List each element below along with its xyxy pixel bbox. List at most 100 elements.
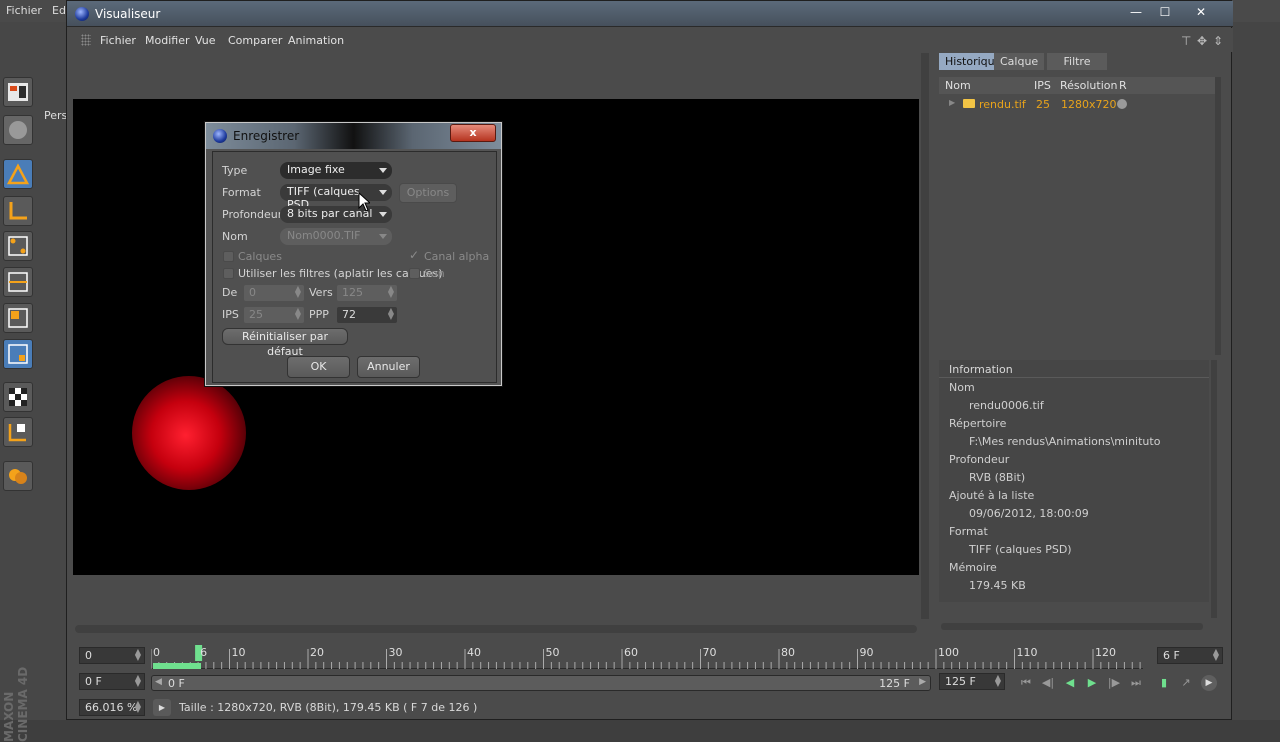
info-value-memoire: 179.45 KB xyxy=(969,579,1026,592)
info-scrollbar[interactable] xyxy=(1211,360,1217,618)
menu-modifier[interactable]: Modifier xyxy=(145,34,189,47)
expand-arrow-icon[interactable]: ▶ xyxy=(949,98,955,107)
rendered-frames-bar xyxy=(153,663,201,669)
col-r[interactable]: R xyxy=(1119,79,1127,92)
points-tool-icon[interactable] xyxy=(3,231,33,261)
format-dropdown[interactable]: TIFF (calques PSD xyxy=(280,184,392,211)
play-backward-icon[interactable]: ◀ xyxy=(1061,675,1079,691)
goto-end-icon[interactable]: ⏭ xyxy=(1127,675,1145,691)
move-panel-icon[interactable]: ✥ xyxy=(1197,34,1207,48)
ok-button[interactable]: OK xyxy=(287,356,350,378)
options-button[interactable]: Options xyxy=(399,183,457,203)
goto-start-icon[interactable]: ⏮ xyxy=(1017,675,1035,691)
viewport-hscroll[interactable] xyxy=(75,625,917,633)
model-tool-icon[interactable] xyxy=(3,115,33,145)
expand-icon[interactable]: ⇕ xyxy=(1213,34,1223,48)
loop-mode-icon[interactable]: ▮ xyxy=(1155,675,1173,691)
viewer-menubar: Fichier Modifier Vue Comparer Animation … xyxy=(67,28,1233,52)
alpha-label: Canal alpha xyxy=(424,250,490,263)
next-key-icon[interactable]: |▶ xyxy=(1105,675,1123,691)
col-resolution[interactable]: Résolution xyxy=(1060,79,1117,92)
options-arrow-icon[interactable]: ▶ xyxy=(1201,675,1217,691)
col-nom[interactable]: Nom xyxy=(945,79,971,92)
ruler-label: 80 xyxy=(781,646,795,659)
slider-left-value: 0 F xyxy=(168,677,185,690)
viewport-label: Pers xyxy=(44,109,68,122)
status-bar: 66.016 % ▲ ▼ ▶ Taille : 1280x720, RVB (8Bi… xyxy=(73,698,1227,718)
slider-right-arrow-icon[interactable]: ▶ xyxy=(919,677,926,687)
layout-tool-icon[interactable] xyxy=(3,77,33,107)
audio-icon[interactable]: ↗ xyxy=(1177,675,1195,691)
preview-max-field[interactable]: 125 F ▲ ▼ xyxy=(939,673,1005,690)
dialog-titlebar[interactable]: Enregistrer x xyxy=(206,123,501,149)
folder-icon xyxy=(963,99,975,108)
pin-icon[interactable]: ⊤ xyxy=(1181,34,1191,48)
row-ips: 25 xyxy=(1036,98,1050,111)
move-tool-icon[interactable] xyxy=(3,159,33,189)
menu-fichier[interactable]: Fichier xyxy=(100,34,136,47)
menu-comparer[interactable]: Comparer xyxy=(228,34,282,47)
tab-calque[interactable]: Calque xyxy=(994,53,1045,70)
minimize-button[interactable]: — xyxy=(1123,3,1149,21)
uv-tool-icon[interactable] xyxy=(3,339,33,369)
chevron-down-icon xyxy=(379,234,387,239)
info-hscrollbar[interactable] xyxy=(941,623,1203,630)
preview-range-slider[interactable]: ◀ 0 F 125 F ▶ xyxy=(151,675,931,691)
depth-label: Profondeur xyxy=(222,208,283,221)
history-scrollbar[interactable] xyxy=(1215,77,1221,355)
app-menu-edit[interactable]: Ed xyxy=(52,4,66,17)
maximize-icon[interactable]: ☐ xyxy=(1152,3,1178,21)
ppp-field[interactable]: 72 ▲ ▼ xyxy=(337,307,397,323)
menu-animation[interactable]: Animation xyxy=(288,34,344,47)
preview-min-field[interactable]: 0 F ▲ ▼ xyxy=(79,673,145,690)
viewport-vscroll[interactable] xyxy=(921,53,929,619)
chevron-down-icon xyxy=(379,190,387,195)
col-ips[interactable]: IPS xyxy=(1034,79,1051,92)
axis-tool-icon[interactable] xyxy=(3,196,33,226)
sound-checkbox[interactable] xyxy=(409,268,420,279)
close-window-button[interactable]: ✕ xyxy=(1188,3,1214,21)
name-label: Nom xyxy=(222,230,248,243)
from-field[interactable]: 0 ▲ ▼ xyxy=(244,285,304,301)
polygons-tool-icon[interactable] xyxy=(3,303,33,333)
texture-axis-icon[interactable] xyxy=(3,417,33,447)
info-value-repertoire: F:\Mes rendus\Animations\minituto xyxy=(969,435,1161,448)
type-dropdown[interactable]: Image fixe xyxy=(280,162,392,179)
ruler-label: 110 xyxy=(1017,646,1038,659)
zoom-menu-icon[interactable]: ▶ xyxy=(153,699,171,716)
depth-dropdown[interactable]: 8 bits par canal xyxy=(280,206,392,223)
zoom-field[interactable]: 66.016 % ▲ ▼ xyxy=(79,699,145,716)
start-frame-field[interactable]: 0 ▲ ▼ xyxy=(79,647,145,664)
frame-ruler[interactable]: 0 6 10 20 30 40 50 60 70 80 90 100 110 120 xyxy=(151,645,1143,669)
slider-left-arrow-icon[interactable]: ◀ xyxy=(155,677,162,687)
info-key-memoire: Mémoire xyxy=(949,561,997,574)
filters-checkbox[interactable] xyxy=(223,268,234,279)
name-dropdown[interactable]: Nom0000.TIF xyxy=(280,228,392,245)
ruler-label: 50 xyxy=(546,646,560,659)
row-resolution: 1280x720 xyxy=(1061,98,1117,111)
window-titlebar[interactable]: Visualiseur — ☐ ✕ xyxy=(67,1,1233,27)
layers-checkbox[interactable] xyxy=(223,251,234,262)
prev-key-icon[interactable]: ◀| xyxy=(1039,675,1057,691)
cancel-button[interactable]: Annuler xyxy=(357,356,420,378)
status-text: Taille : 1280x720, RVB (8Bit), 179.45 KB… xyxy=(179,701,478,714)
sculpt-tool-icon[interactable] xyxy=(3,461,33,491)
menu-vue[interactable]: Vue xyxy=(195,34,216,47)
current-frame-field[interactable]: 6 F ▲ ▼ xyxy=(1157,647,1223,664)
slider-right-value: 125 F xyxy=(879,677,910,690)
tab-filtre[interactable]: Filtre xyxy=(1047,53,1107,70)
history-row[interactable]: ▶ rendu.tif 25 1280x720 xyxy=(939,96,1221,114)
edges-tool-icon[interactable] xyxy=(3,267,33,297)
save-dialog: Enregistrer x Type Image fixe Format TIF… xyxy=(205,122,502,386)
dialog-close-button[interactable]: x xyxy=(450,124,496,142)
texture-tool-icon[interactable] xyxy=(3,382,33,412)
app-menu-fichier[interactable]: Fichier xyxy=(6,4,42,17)
reset-defaults-button[interactable]: Réinitialiser par défaut xyxy=(222,328,348,358)
to-field[interactable]: 125 ▲ ▼ xyxy=(337,285,397,301)
play-forward-icon[interactable]: ▶ xyxy=(1083,675,1101,691)
info-key-format: Format xyxy=(949,525,988,538)
info-key-repertoire: Répertoire xyxy=(949,417,1007,430)
ips-field[interactable]: 25 ▲ ▼ xyxy=(244,307,304,323)
alpha-check-icon[interactable]: ✓ xyxy=(409,248,419,262)
ruler-label: 90 xyxy=(860,646,874,659)
